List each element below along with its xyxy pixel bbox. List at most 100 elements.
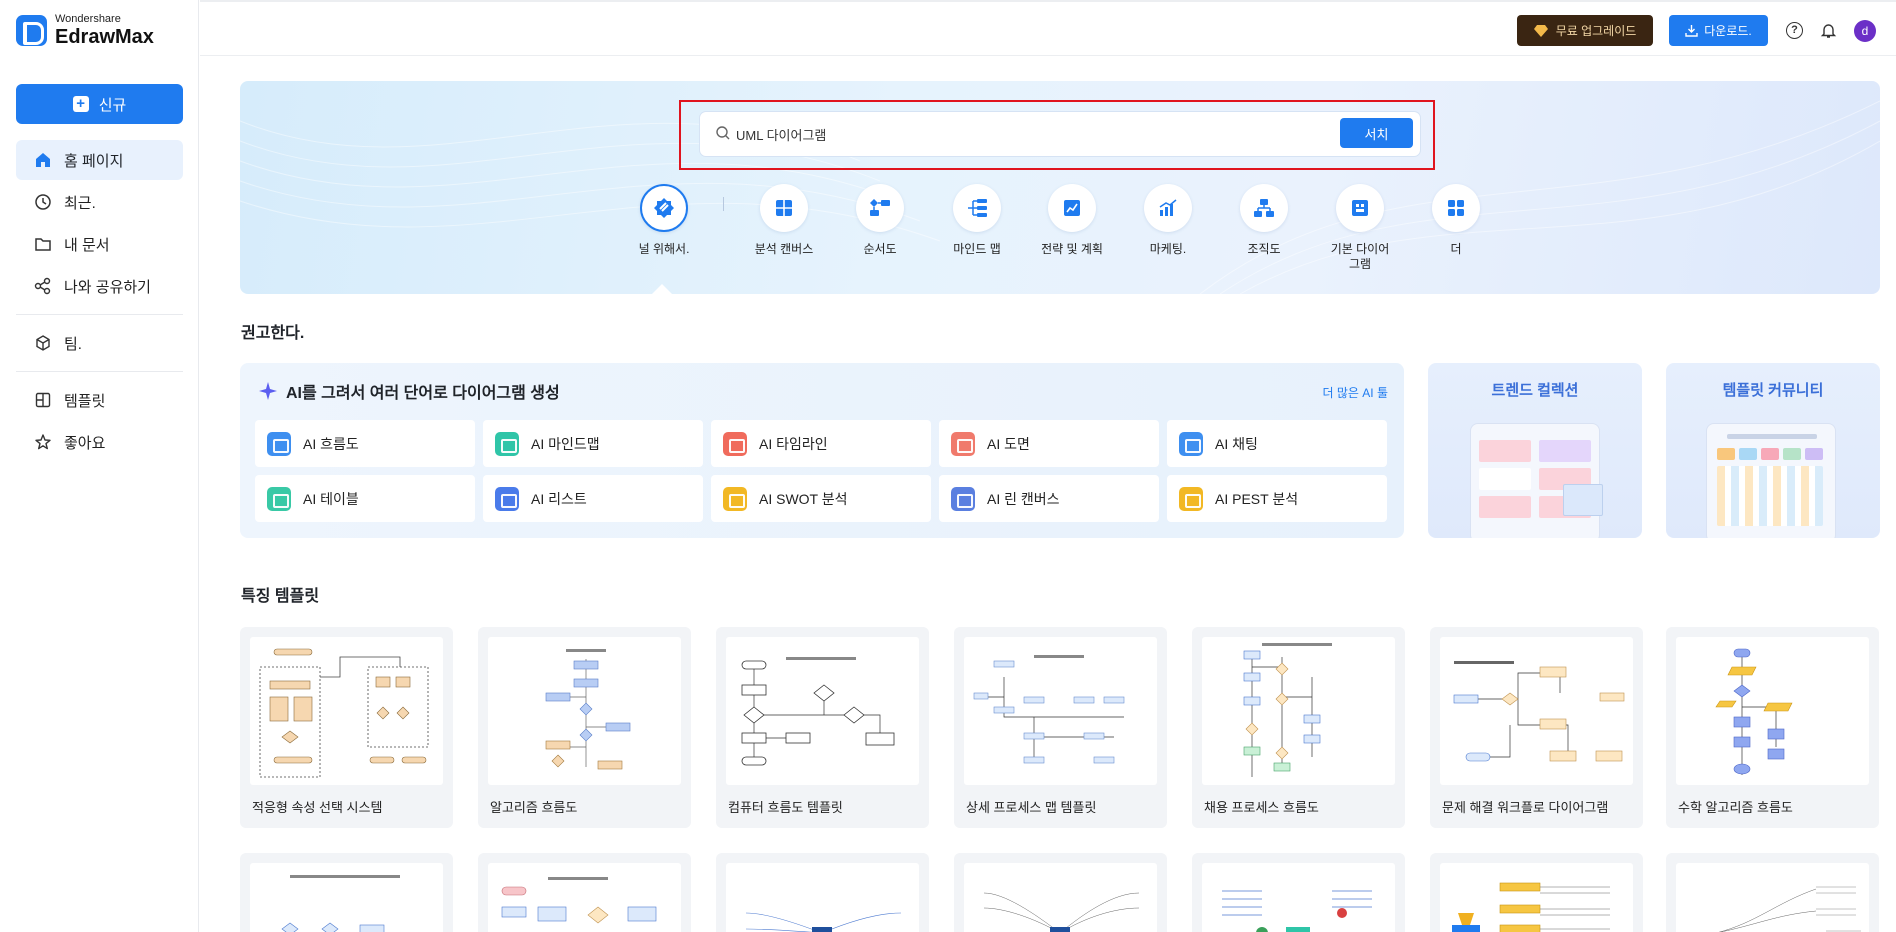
search-button[interactable]: 서치 [1340, 118, 1413, 148]
sidebar-item-label: 템플릿 [64, 392, 106, 410]
new-document-button[interactable]: + 신규 [16, 84, 183, 124]
template-name: 문제 해결 워크플로 다이어그램 [1442, 800, 1609, 815]
more-ai-tools-link[interactable]: 더 많은 AI 툴 [1322, 384, 1388, 401]
more-icon [1432, 184, 1480, 232]
for-you-icon [640, 184, 688, 232]
category-label: 마인드 맵 [953, 242, 1001, 256]
ai-swot-icon [723, 486, 747, 511]
logo-subtitle: Wondershare [55, 13, 121, 25]
category-more[interactable]: 더 [1401, 184, 1511, 257]
sidebar-item-team[interactable]: 팀. [16, 323, 183, 363]
category-analysis-canvas[interactable]: 분석 캔버스 [729, 184, 839, 257]
ai-tool-label: AI 리스트 [531, 490, 587, 507]
sidebar-item-shared[interactable]: 나와 공유하기 [16, 266, 183, 306]
ai-lean-canvas-card[interactable]: AI 린 캔버스 [939, 475, 1159, 522]
sidebar-divider [16, 371, 183, 372]
ai-drawing-card[interactable]: AI 도면 [939, 420, 1159, 467]
template-card[interactable] [478, 853, 691, 932]
page-scrollbar[interactable] [1890, 56, 1896, 932]
preview-tile [1761, 448, 1779, 460]
sidebar-item-recent[interactable]: 최근. [16, 182, 183, 222]
sidebar-item-my-documents[interactable]: 내 문서 [16, 224, 183, 264]
preview-tile [1479, 440, 1531, 462]
ai-tool-label: AI 테이블 [303, 490, 359, 507]
template-card[interactable] [1192, 853, 1405, 932]
category-mindmap[interactable]: 마인드 맵 [922, 184, 1032, 257]
template-thumbnail [726, 637, 919, 785]
sidebar-item-home[interactable]: 홈 페이지 [16, 140, 183, 180]
download-button[interactable]: 다운로드. [1669, 15, 1768, 46]
sidebar-divider [16, 314, 183, 315]
template-card[interactable] [240, 853, 453, 932]
preview-tile [1479, 496, 1531, 518]
category-label: 조직도 [1247, 242, 1281, 256]
ai-swot-card[interactable]: AI SWOT 분석 [711, 475, 931, 522]
promo-title: 템플릿 커뮤니티 [1722, 382, 1824, 399]
template-name: 알고리즘 흐름도 [490, 800, 578, 815]
ai-tool-label: AI 린 캔버스 [987, 490, 1060, 507]
ai-list-card[interactable]: AI 리스트 [483, 475, 703, 522]
template-card[interactable]: 문제 해결 워크플로 다이어그램 [1430, 627, 1643, 828]
new-button-label: 신규 [98, 96, 127, 114]
category-for-you[interactable]: 널 위해서. [609, 184, 719, 257]
template-card[interactable] [716, 853, 929, 932]
preview-tile [1563, 484, 1603, 516]
category-marketing[interactable]: 마케팅. [1113, 184, 1223, 257]
preview-tile [1727, 434, 1817, 439]
template-community-card[interactable]: 템플릿 커뮤니티 [1666, 363, 1880, 538]
strategy-icon [1048, 184, 1096, 232]
preview-tile [1717, 466, 1823, 526]
ai-table-card[interactable]: AI 테이블 [255, 475, 475, 522]
search-input[interactable] [736, 120, 1326, 148]
template-card[interactable] [954, 853, 1167, 932]
template-card[interactable]: 적응형 속성 선택 시스템 [240, 627, 453, 828]
template-thumbnail [1202, 637, 1395, 785]
ai-tool-label: AI 타임라인 [759, 435, 828, 452]
template-card[interactable]: 컴퓨터 흐름도 템플릿 [716, 627, 929, 828]
sidebar-item-favorites[interactable]: 좋아요 [16, 422, 183, 462]
template-icon [34, 391, 52, 409]
template-thumbnail [1440, 863, 1633, 932]
ai-mindmap-icon [495, 431, 519, 456]
ai-pest-card[interactable]: AI PEST 분석 [1167, 475, 1387, 522]
clock-icon [34, 193, 52, 211]
free-upgrade-button[interactable]: 무료 업그레이드 [1517, 15, 1653, 46]
sidebar-item-templates[interactable]: 템플릿 [16, 380, 183, 420]
help-icon[interactable]: ? [1786, 22, 1803, 39]
ai-pest-icon [1179, 486, 1203, 511]
template-card[interactable] [1666, 853, 1879, 932]
template-card[interactable]: 알고리즘 흐름도 [478, 627, 691, 828]
notification-bell-icon[interactable] [1820, 22, 1837, 39]
folder-icon [34, 235, 52, 253]
template-thumbnail [1202, 863, 1395, 932]
ai-lean-canvas-icon [951, 486, 975, 511]
category-org-chart[interactable]: 조직도 [1209, 184, 1319, 257]
ai-timeline-card[interactable]: AI 타임라인 [711, 420, 931, 467]
ai-list-icon [495, 486, 519, 511]
ai-tools-grid: AI 흐름도 AI 마인드맵 AI 타임라인 AI 도면 AI 채팅 AI 테이… [255, 420, 1387, 522]
orgchart-icon [1240, 184, 1288, 232]
ai-flowchart-card[interactable]: AI 흐름도 [255, 420, 475, 467]
template-card[interactable]: 채용 프로세스 흐름도 [1192, 627, 1405, 828]
sidebar-item-label: 팀. [64, 335, 82, 353]
trend-collection-card[interactable]: 트렌드 컬렉션 [1428, 363, 1642, 538]
template-name: 수학 알고리즘 흐름도 [1678, 800, 1793, 815]
preview-tile [1539, 440, 1591, 462]
edrawmax-app: Wondershare EdrawMax + 신규 홈 페이지 최근. 내 문서… [0, 0, 1896, 932]
category-label: 널 위해서. [638, 242, 690, 256]
top-bar: 무료 업그레이드 다운로드. ? d [200, 0, 1896, 56]
template-card[interactable]: 수학 알고리즘 흐름도 [1666, 627, 1879, 828]
category-basic-diagram[interactable]: 기본 다이어 그램 [1305, 184, 1415, 272]
ai-tool-label: AI 채팅 [1215, 435, 1258, 452]
template-thumbnail [726, 863, 919, 932]
ai-chat-card[interactable]: AI 채팅 [1167, 420, 1387, 467]
ai-mindmap-card[interactable]: AI 마인드맵 [483, 420, 703, 467]
download-label: 다운로드. [1704, 24, 1752, 38]
user-avatar[interactable]: d [1854, 20, 1876, 42]
template-card[interactable]: 상세 프로세스 맵 템플릿 [954, 627, 1167, 828]
plus-icon: + [72, 96, 89, 112]
category-flowchart[interactable]: 순서도 [825, 184, 935, 257]
app-logo[interactable]: Wondershare EdrawMax [16, 14, 154, 47]
template-card[interactable] [1430, 853, 1643, 932]
category-strategy[interactable]: 전략 및 계획 [1017, 184, 1127, 257]
